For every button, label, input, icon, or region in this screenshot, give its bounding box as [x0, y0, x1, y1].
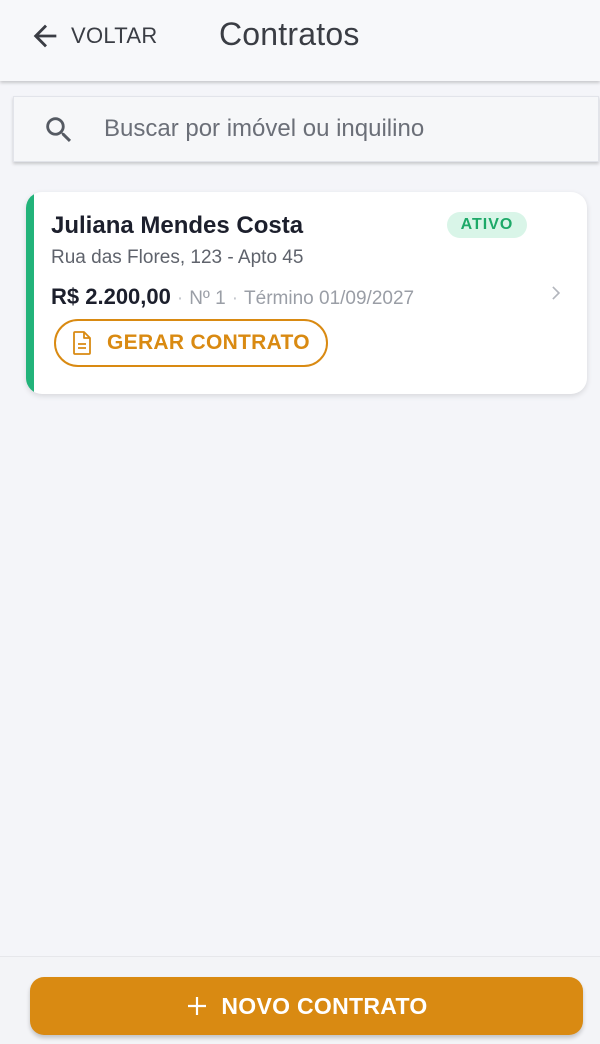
back-button[interactable]: VOLTAR — [28, 18, 158, 54]
document-icon — [73, 331, 91, 355]
rent-value: R$ 2.200,00 — [51, 284, 171, 309]
search-icon — [46, 117, 72, 143]
plus-icon — [188, 997, 207, 1015]
contract-card[interactable]: Juliana Mendes Costa ATIVO Rua das Flore… — [26, 192, 587, 394]
new-contract-label: NOVO CONTRATO — [221, 992, 428, 1019]
generate-contract-button[interactable]: GERAR CONTRATO — [54, 319, 328, 367]
contract-info-row: R$ 2.200,00 · Nº 1 · Término 01/09/2027 — [51, 284, 414, 310]
chevron-right-icon — [552, 286, 561, 300]
back-label: VOLTAR — [71, 23, 158, 48]
status-badge: ATIVO — [447, 212, 527, 238]
tenant-name: Juliana Mendes Costa — [51, 212, 304, 239]
separator-dot: · — [176, 288, 184, 309]
page-title: Contratos — [219, 16, 360, 52]
property-address: Rua das Flores, 123 - Apto 45 — [51, 247, 304, 268]
separator-dot: · — [231, 288, 239, 309]
contract-number: Nº 1 — [189, 288, 226, 309]
generate-contract-label: GERAR CONTRATO — [107, 331, 310, 354]
search-bar — [13, 96, 599, 162]
status-stripe — [26, 192, 34, 394]
arrow-left-icon — [33, 24, 57, 48]
contract-end-date: Término 01/09/2027 — [244, 288, 415, 309]
app-header: VOLTAR Contratos — [0, 0, 600, 81]
search-input[interactable] — [104, 107, 584, 151]
new-contract-button[interactable]: NOVO CONTRATO — [30, 977, 583, 1035]
